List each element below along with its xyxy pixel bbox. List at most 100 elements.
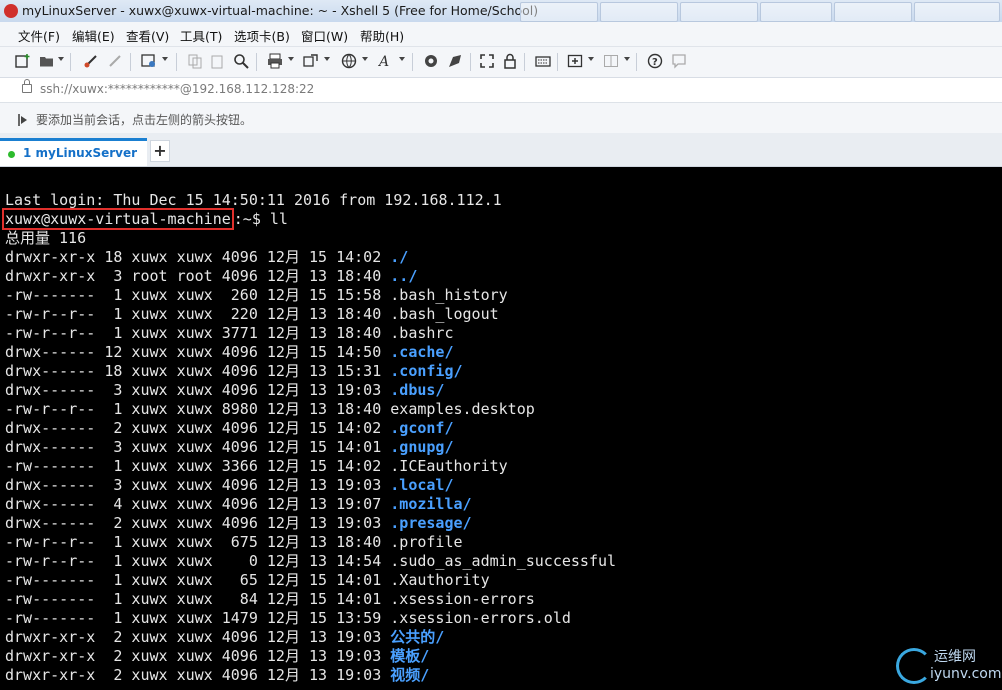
listing-row-meta: drwxr-xr-x 18 xuwx xuwx 4096 12月 15 14:0… [5, 248, 391, 266]
transfer-icon[interactable] [302, 52, 320, 70]
listing-row: -rw-r--r-- 1 xuwx xuwx 220 12月 13 18:40 … [5, 305, 499, 324]
paste-icon[interactable] [208, 52, 226, 70]
listing-row: drwx------ 3 xuwx xuwx 4096 12月 13 19:03… [5, 381, 444, 400]
listing-row-meta: -rw-r--r-- 1 xuwx xuwx 0 12月 13 14:54 [5, 552, 391, 570]
watermark-line1: 运维网 [934, 649, 976, 665]
menu-edit[interactable]: 编辑(E) [72, 26, 115, 45]
listing-row-dirname: .mozilla/ [390, 495, 472, 513]
listing-row: -rw-r--r-- 1 xuwx xuwx 3771 12月 13 18:40… [5, 324, 453, 343]
listing-row-filename: .sudo_as_admin_successful [390, 552, 617, 570]
menu-tabs[interactable]: 选项卡(B) [234, 26, 290, 45]
reconnect-icon[interactable] [106, 52, 124, 70]
listing-row-meta: -rw------- 1 xuwx xuwx 260 12月 15 15:58 [5, 286, 391, 304]
session-connected-dot [8, 151, 15, 158]
listing-row-meta: drwx------ 2 xuwx xuwx 4096 12月 13 19:03 [5, 514, 391, 532]
new-tab-icon[interactable] [566, 52, 584, 70]
svg-text:A: A [378, 54, 389, 69]
listing-row-filename: .bash_logout [390, 305, 499, 323]
prompt-user-highlight: xuwx@xuwx-virtual-machine [2, 208, 234, 230]
layout-icon[interactable] [602, 52, 620, 70]
help-icon[interactable]: ? [646, 52, 664, 70]
background-window-tab [520, 2, 598, 22]
xftp-icon[interactable] [422, 52, 440, 70]
tab-label: 1 myLinuxServer [23, 146, 138, 160]
listing-row: -rw-r--r-- 1 xuwx xuwx 8980 12月 13 18:40… [5, 400, 535, 419]
terminal-output[interactable]: Last login: Thu Dec 15 14:50:11 2016 fro… [0, 167, 1002, 690]
keyboard-icon[interactable] [534, 52, 552, 70]
listing-row-dirname: .presage/ [390, 514, 472, 532]
toolbar-separator [557, 53, 558, 71]
menu-view[interactable]: 查看(V) [126, 26, 169, 45]
toolbar-separator [412, 53, 413, 71]
copy-icon[interactable] [186, 52, 204, 70]
new-session-icon[interactable] [14, 52, 32, 70]
menu-help[interactable]: 帮助(H) [360, 26, 404, 45]
total-line: 总用量 116 [5, 229, 87, 247]
listing-row: drwx------ 2 xuwx xuwx 4096 12月 15 14:02… [5, 419, 453, 438]
listing-row-dirname: 视频/ [390, 666, 430, 684]
print-icon[interactable] [266, 52, 284, 70]
add-session-arrow-icon[interactable] [17, 112, 29, 126]
listing-row-dirname: ./ [390, 248, 409, 266]
listing-row-dirname: .cache/ [390, 343, 454, 361]
xshell-app-icon [4, 4, 18, 18]
listing-row-meta: drwx------ 12 xuwx xuwx 4096 12月 15 14:5… [5, 343, 391, 361]
chat-icon[interactable] [670, 52, 688, 70]
toolbar-separator [176, 53, 177, 71]
window-titlebar[interactable]: myLinuxServer - xuwx@xuwx-virtual-machin… [0, 0, 1002, 22]
open-folder-icon[interactable] [38, 52, 56, 70]
listing-row-dirname: ../ [390, 267, 418, 285]
menu-tools[interactable]: 工具(T) [180, 26, 222, 45]
watermark: 运维网 iyunv.com [896, 646, 1001, 686]
add-tab-button[interactable]: + [150, 140, 170, 162]
listing-row-filename: .bash_history [390, 286, 508, 304]
font-icon[interactable]: A [377, 52, 395, 70]
xshell-compose-icon[interactable] [446, 52, 464, 70]
listing-row-dirname: .config/ [390, 362, 463, 380]
globe-icon[interactable] [340, 52, 358, 70]
listing-row-meta: -rw------- 1 xuwx xuwx 3366 12月 15 14:02 [5, 457, 391, 475]
listing-row: -rw------- 1 xuwx xuwx 1479 12月 15 13:59… [5, 609, 571, 628]
listing-row-meta: drwx------ 2 xuwx xuwx 4096 12月 15 14:02 [5, 419, 391, 437]
listing-row: drwxr-xr-x 2 xuwx xuwx 4096 12月 13 19:03… [5, 647, 429, 666]
properties-dropdown-icon[interactable] [162, 57, 168, 61]
open-dropdown-icon[interactable] [58, 57, 64, 61]
listing-row-dirname: .gconf/ [390, 419, 454, 437]
background-window-tab [680, 2, 758, 22]
lock-icon[interactable] [501, 52, 519, 70]
session-address: ssh://xuwx:************@192.168.112.128:… [40, 82, 315, 96]
listing-row: -rw-r--r-- 1 xuwx xuwx 0 12月 13 14:54 .s… [5, 552, 616, 571]
listing-row-dirname: 模板/ [390, 647, 430, 665]
disconnect-icon[interactable] [82, 52, 100, 70]
toolbar: A ? [0, 47, 1002, 78]
listing-row-meta: -rw-r--r-- 1 xuwx xuwx 675 12月 13 18:40 [5, 533, 391, 551]
window-title: myLinuxServer - xuwx@xuwx-virtual-machin… [22, 3, 539, 18]
fullscreen-icon[interactable] [478, 52, 496, 70]
transfer-dropdown-icon[interactable] [324, 57, 330, 61]
menu-window[interactable]: 窗口(W) [301, 26, 348, 45]
layout-dropdown-icon[interactable] [624, 57, 630, 61]
listing-row-filename: .bashrc [390, 324, 454, 342]
toolbar-separator [470, 53, 471, 71]
menu-bar: 文件(F) 编辑(E) 查看(V) 工具(T) 选项卡(B) 窗口(W) 帮助(… [0, 22, 1002, 47]
listing-row-dirname: .dbus/ [390, 381, 445, 399]
globe-dropdown-icon[interactable] [362, 57, 368, 61]
listing-row-meta: drwxr-xr-x 2 xuwx xuwx 4096 12月 13 19:03 [5, 647, 391, 665]
listing-row: drwx------ 3 xuwx xuwx 4096 12月 15 14:01… [5, 438, 453, 457]
font-dropdown-icon[interactable] [399, 57, 405, 61]
background-window-tab [914, 2, 1000, 22]
listing-row-meta: -rw-r--r-- 1 xuwx xuwx 8980 12月 13 18:40 [5, 400, 391, 418]
properties-icon[interactable] [140, 52, 158, 70]
find-icon[interactable] [232, 52, 250, 70]
print-dropdown-icon[interactable] [288, 57, 294, 61]
listing-row-meta: -rw------- 1 xuwx xuwx 1479 12月 15 13:59 [5, 609, 391, 627]
listing-row: drwx------ 3 xuwx xuwx 4096 12月 13 19:03… [5, 476, 453, 495]
tab-mylinuxserver[interactable]: 1 myLinuxServer [0, 138, 147, 166]
listing-row: -rw------- 1 xuwx xuwx 84 12月 15 14:01 .… [5, 590, 535, 609]
listing-row: drwx------ 2 xuwx xuwx 4096 12月 13 19:03… [5, 514, 472, 533]
session-address-bar[interactable]: ssh://xuwx:************@192.168.112.128:… [0, 78, 1002, 103]
svg-text:?: ? [652, 57, 658, 68]
menu-file[interactable]: 文件(F) [18, 26, 60, 45]
new-tab-dropdown-icon[interactable] [588, 57, 594, 61]
listing-row-meta: drwx------ 3 xuwx xuwx 4096 12月 15 14:01 [5, 438, 391, 456]
